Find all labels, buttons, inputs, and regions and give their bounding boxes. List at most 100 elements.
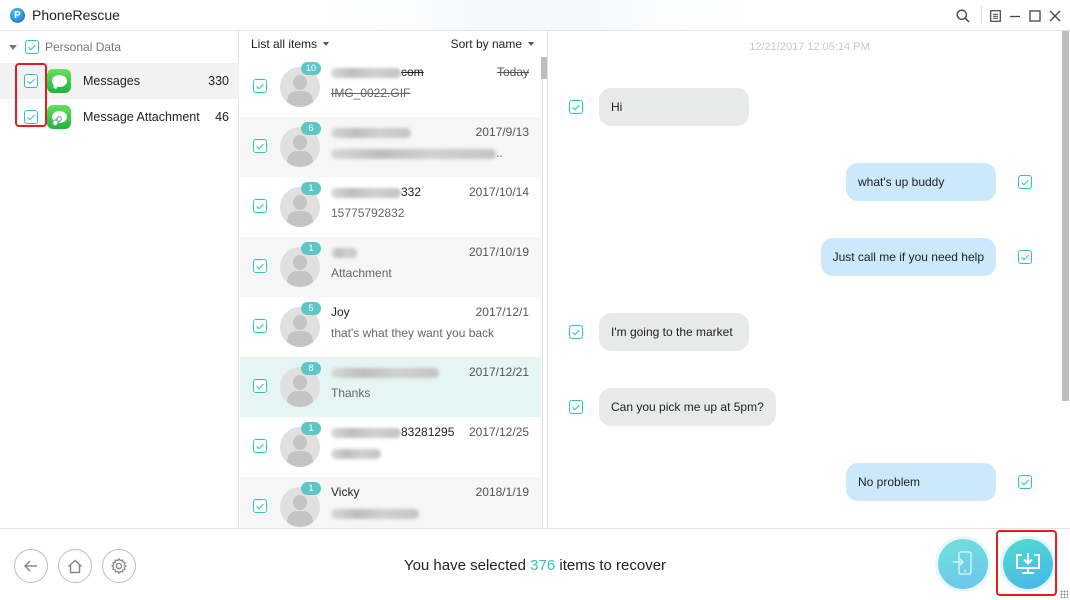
conversation-checkbox[interactable] [253, 199, 267, 213]
conversation-checkbox[interactable] [253, 259, 267, 273]
preview-line: that's what they want you back [331, 326, 494, 340]
contact-name-line: 83281295 [331, 425, 454, 439]
message-preview: Thanks [331, 386, 371, 400]
chevron-down-icon [323, 42, 330, 46]
list-scrollbar-thumb[interactable] [541, 57, 547, 79]
bottom-bar: You have selected 376 items to recover [0, 528, 1070, 600]
minimize-icon[interactable] [1005, 6, 1025, 26]
preview-line [331, 446, 381, 460]
list-filter-dropdown[interactable]: List all items [251, 37, 330, 51]
message-bubble: what's up buddy [846, 163, 996, 201]
conversation-row[interactable]: 6.. 2017/9/13 [240, 117, 541, 177]
message-preview: that's what they want you back [331, 326, 495, 340]
incoming-message: Can you pick me up at 5pm? [569, 388, 776, 426]
contact-name-line: Joy [331, 305, 350, 319]
sort-label: Sort by name [450, 37, 522, 51]
preview-line: Attachment [331, 266, 392, 280]
outgoing-message: No problem [846, 463, 1032, 501]
blurred-preview [331, 148, 496, 159]
contact-name: Vicky [331, 485, 360, 499]
conversation-checkbox[interactable] [253, 139, 267, 153]
blurred-contact-name [331, 67, 401, 78]
blurred-contact-name [331, 427, 401, 438]
message-count-badge: 10 [301, 62, 322, 75]
message-count-badge: 5 [301, 302, 321, 315]
message-count-badge: 1 [301, 422, 321, 435]
message-checkbox[interactable] [569, 400, 583, 414]
message-bubble: Can you pick me up at 5pm? [599, 388, 776, 426]
contact-name-line [331, 365, 439, 379]
conversation-row[interactable]: 8 Thanks 2017/12/21 [240, 357, 541, 417]
category-label: Personal Data [45, 40, 122, 54]
incoming-message: I'm going to the market [569, 313, 749, 351]
chat-scrollbar-thumb[interactable] [1062, 31, 1069, 401]
conversation-row[interactable]: 1 332 15775792832 2017/10/14 [240, 177, 541, 237]
conversation-date: 2017/12/21 [468, 365, 529, 379]
contact-name: 332 [401, 185, 422, 199]
blurred-contact-name [331, 247, 357, 258]
message-attachment-checkbox[interactable] [24, 110, 38, 124]
conversation-date: 2017/10/14 [468, 185, 529, 199]
conversation-checkbox[interactable] [253, 379, 267, 393]
recover-to-computer-button[interactable] [1003, 539, 1053, 589]
conversation-row[interactable]: 1 Attachment 2017/10/19 [240, 237, 541, 297]
conversation-checkbox[interactable] [253, 79, 267, 93]
message-checkbox[interactable] [1018, 475, 1032, 489]
message-attachment-icon: 🔗 [47, 105, 71, 129]
sidebar-item-messages[interactable]: Messages 330 [0, 63, 239, 99]
contact-name-line: 332 [331, 185, 421, 199]
app-title: PhoneRescue [32, 7, 120, 23]
contact-name-line: com [331, 65, 424, 79]
message-bubble: No problem [846, 463, 996, 501]
recover-to-device-button[interactable] [938, 539, 988, 589]
sort-dropdown[interactable]: Sort by name [451, 37, 534, 51]
sidebar-item-count: 330 [208, 74, 229, 88]
status-prefix: You have selected [403, 557, 531, 574]
message-count-badge: 1 [301, 242, 321, 255]
preview-line: Thanks [331, 386, 370, 400]
message-count-badge: 1 [301, 482, 321, 495]
title-bar: P PhoneRescue [0, 0, 1070, 31]
resize-grip[interactable] [1060, 590, 1068, 598]
chevron-down-icon [528, 42, 534, 46]
preview-line: 15775792832 [331, 206, 404, 220]
conversation-date: 2018/1/19 [475, 485, 529, 499]
conversation-date: 2017/10/19 [468, 245, 529, 259]
list-filter-label: List all items [251, 37, 318, 51]
messages-checkbox[interactable] [24, 74, 38, 88]
message-checkbox[interactable] [1018, 175, 1032, 189]
conversation-checkbox[interactable] [253, 439, 267, 453]
expand-caret-icon[interactable] [9, 44, 17, 50]
conversation-checkbox[interactable] [253, 319, 267, 333]
chat-timestamp: 12/21/2017 12:05:14 PM [749, 41, 870, 53]
conversation-row[interactable]: 10 com IMG_0022.GIF Today [240, 57, 541, 117]
message-count-badge: 1 [301, 182, 321, 195]
category-sidebar: Personal Data Messages 330 🔗 Message Att… [0, 31, 239, 528]
title-bar-divider [981, 6, 982, 24]
personal-data-checkbox[interactable] [25, 40, 39, 54]
message-checkbox[interactable] [569, 325, 583, 339]
maximize-icon[interactable] [1025, 6, 1045, 26]
conversation-row[interactable]: 5 Joy that's what they want you back 2017/1… [240, 297, 541, 357]
menu-icon[interactable] [985, 6, 1005, 26]
preview-line [331, 506, 419, 520]
message-checkbox[interactable] [569, 100, 583, 114]
list-scrollbar-track[interactable] [542, 57, 543, 528]
search-icon[interactable] [953, 6, 973, 26]
category-personal-data[interactable]: Personal Data [0, 36, 239, 58]
status-suffix: items to recover [555, 557, 667, 574]
message-bubble: Hi [599, 88, 749, 126]
selected-count: 376 [530, 557, 556, 574]
conversation-row[interactable]: 1 Vicky 2018/1/19 [240, 477, 541, 528]
close-icon[interactable] [1045, 6, 1065, 26]
conversation-row[interactable]: 1 83281295 2017/12/25 [240, 417, 541, 477]
sidebar-item-message-attachment[interactable]: 🔗 Message Attachment 46 [0, 99, 239, 135]
messages-app-icon [47, 69, 71, 93]
conversation-list: List all items Sort by name 10 com IMG_002… [240, 31, 548, 528]
conversation-checkbox[interactable] [253, 499, 267, 513]
message-checkbox[interactable] [1018, 250, 1032, 264]
outgoing-message: Just call me if you need help [820, 238, 1032, 276]
message-preview: 15775792832 [331, 206, 405, 220]
contact-name-line [331, 125, 411, 139]
contact-name-line: Vicky [331, 485, 359, 499]
